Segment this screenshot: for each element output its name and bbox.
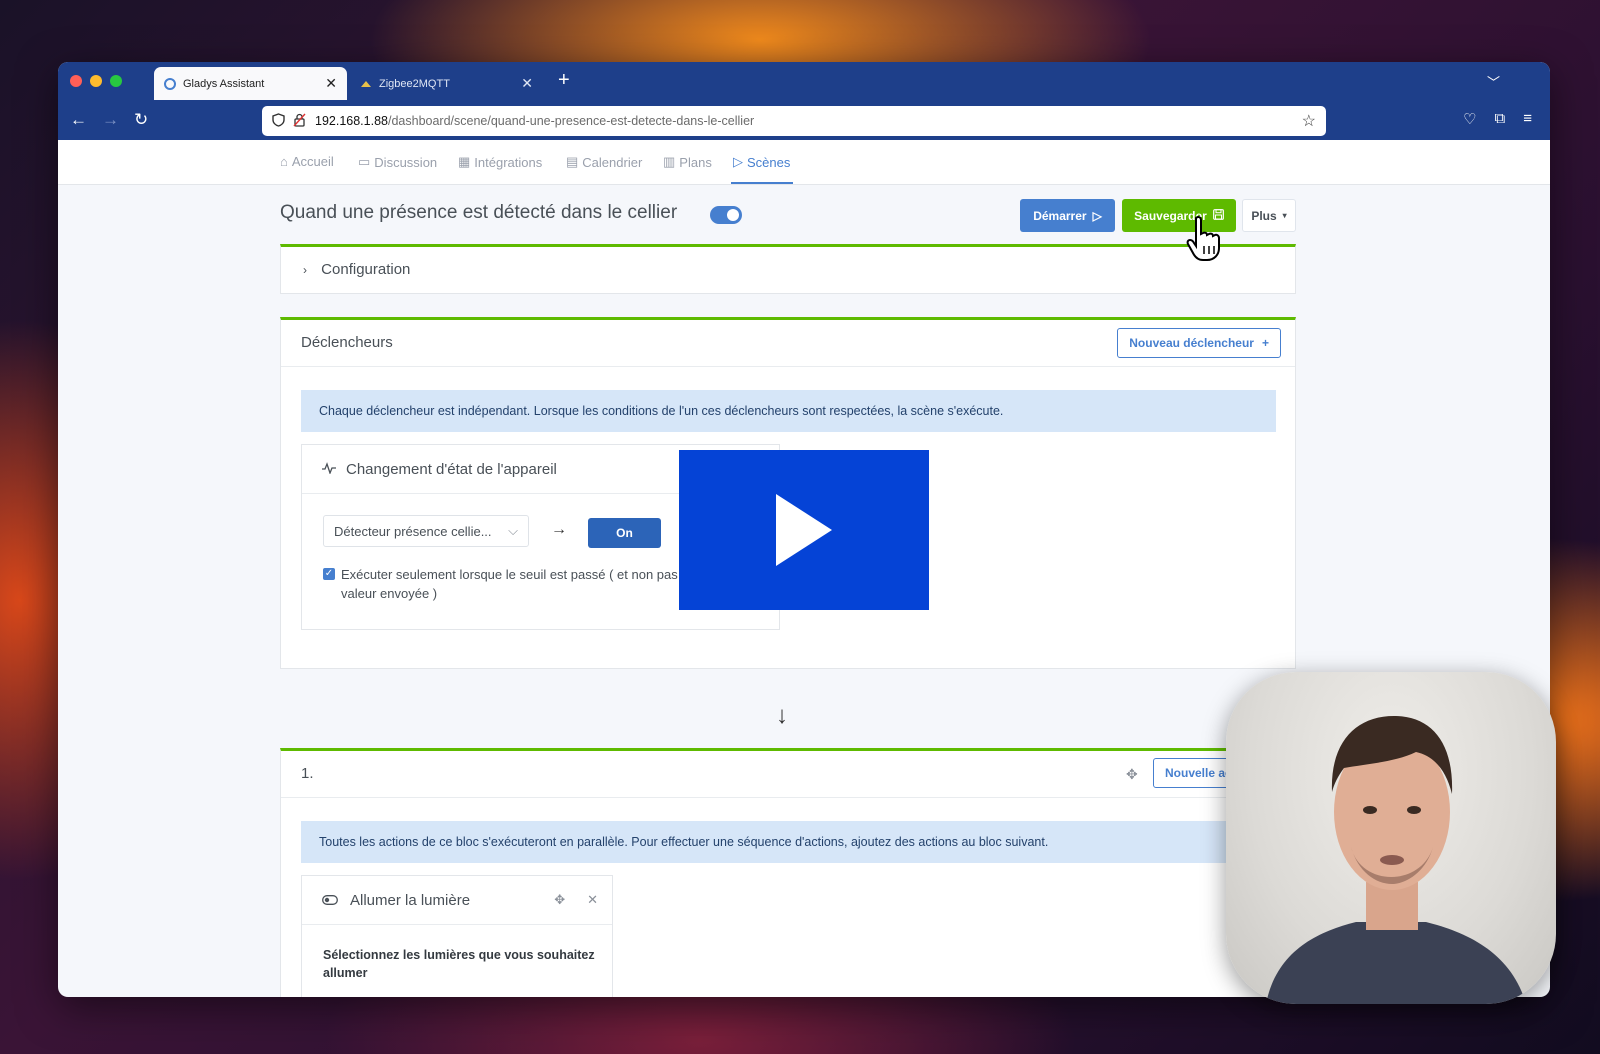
address-bar[interactable]: 192.168.1.88 /dashboard/scene/quand-une-… bbox=[262, 106, 1326, 136]
chevron-right-icon: › bbox=[303, 263, 307, 277]
url-host: 192.168.1.88 bbox=[315, 114, 388, 128]
caret-down-icon: ▾ bbox=[1282, 211, 1287, 220]
tab-gladys-assistant[interactable]: Gladys Assistant ✕ bbox=[154, 67, 347, 100]
action-block-card: 1. ✥ Nouvelle action Toutes les actions … bbox=[280, 748, 1313, 997]
presenter-video-image bbox=[1266, 716, 1526, 1004]
close-tab-icon[interactable]: ✕ bbox=[325, 75, 337, 92]
action-block-header: 1. ✥ Nouvelle action bbox=[281, 751, 1313, 798]
url-path: /dashboard/scene/quand-une-presence-est-… bbox=[388, 114, 755, 128]
insecure-lock-icon bbox=[293, 113, 306, 130]
menu-hamburger-icon[interactable]: ≡ bbox=[1523, 110, 1532, 128]
new-trigger-label: Nouveau déclencheur bbox=[1129, 336, 1254, 350]
zigbee-favicon-icon bbox=[360, 78, 372, 90]
plus-icon: + bbox=[1261, 336, 1269, 350]
play-triangle-icon bbox=[776, 494, 832, 566]
grid-icon: ▦ bbox=[458, 154, 471, 169]
chevron-down-icon: ⌵ bbox=[508, 523, 518, 538]
configuration-header[interactable]: › Configuration bbox=[303, 261, 410, 278]
play-icon: ▷ bbox=[733, 154, 743, 169]
list-tabs-chevron-icon[interactable]: ﹀ bbox=[1487, 72, 1500, 91]
nav-item-integrations[interactable]: ▦ Intégrations bbox=[458, 154, 542, 170]
start-button[interactable]: Démarrer ▷ bbox=[1020, 199, 1115, 232]
nav-label: Accueil bbox=[291, 154, 334, 169]
close-window-button[interactable] bbox=[70, 75, 82, 87]
toggle-icon bbox=[322, 892, 338, 909]
nav-item-calendrier[interactable]: ▤ Calendrier bbox=[566, 154, 642, 170]
app-navigation: ⌂ Accueil ▭ Discussion ▦ Intégrations ▤ … bbox=[58, 140, 1550, 185]
nav-label: Calendrier bbox=[582, 154, 643, 170]
nav-item-discussion[interactable]: ▭ Discussion bbox=[358, 154, 437, 170]
video-play-overlay[interactable] bbox=[679, 450, 929, 610]
configuration-card[interactable]: › Configuration bbox=[280, 244, 1296, 294]
nav-label: Intégrations bbox=[474, 154, 543, 170]
new-tab-icon[interactable]: + bbox=[558, 69, 570, 92]
device-select-value: Détecteur présence cellie... bbox=[334, 523, 492, 539]
action-card-title: Allumer la lumière bbox=[350, 891, 471, 909]
nav-item-accueil[interactable]: ⌂ Accueil bbox=[280, 154, 334, 169]
hand-cursor-icon bbox=[1186, 215, 1224, 267]
scene-editor: Quand une présence est détecté dans le c… bbox=[280, 184, 1313, 997]
activity-pulse-icon bbox=[322, 461, 336, 478]
drag-move-icon[interactable]: ✥ bbox=[554, 892, 565, 908]
tab-zigbee2mqtt[interactable]: Zigbee2MQTT ✕ bbox=[350, 67, 543, 100]
browser-toolbar: ← → ↻ 192.168.1.88 /dashboard/scene/quan… bbox=[58, 102, 1550, 140]
nav-label: Scènes bbox=[747, 154, 791, 170]
triggers-header: Déclencheurs Nouveau déclencheur + bbox=[281, 320, 1295, 367]
nav-label: Plans bbox=[679, 154, 712, 170]
chat-icon: ▭ bbox=[358, 154, 371, 169]
webcam-presenter-overlay bbox=[1226, 672, 1556, 1004]
toolbar-right-icons: ♡ ⧉ ≡ bbox=[1463, 110, 1532, 128]
gladys-favicon-icon bbox=[164, 77, 176, 90]
shield-icon bbox=[272, 112, 285, 130]
window-controls bbox=[70, 75, 122, 87]
reload-icon[interactable]: ↻ bbox=[134, 110, 148, 130]
more-dropdown-button[interactable]: Plus ▾ bbox=[1242, 199, 1296, 232]
bookmark-star-icon[interactable]: ☆ bbox=[1302, 111, 1316, 131]
configuration-label: Configuration bbox=[321, 261, 411, 278]
home-icon: ⌂ bbox=[280, 154, 288, 169]
forward-arrow-icon[interactable]: → bbox=[102, 110, 119, 130]
extensions-icon[interactable]: ⧉ bbox=[1495, 110, 1506, 128]
action-card-controls: ✥ ✕ bbox=[554, 892, 598, 908]
calendar-icon: ▤ bbox=[566, 154, 579, 169]
block-info-alert: Toutes les actions de ce bloc s'exécuter… bbox=[301, 821, 1276, 863]
play-icon: ▷ bbox=[1092, 208, 1102, 223]
action-description: Sélectionnez les lumières que vous souha… bbox=[323, 948, 595, 980]
checkbox-checked-icon[interactable]: ✓ bbox=[323, 568, 335, 580]
start-label: Démarrer bbox=[1033, 208, 1087, 223]
tab-title: Zigbee2MQTT bbox=[379, 77, 450, 90]
tab-title: Gladys Assistant bbox=[183, 77, 265, 90]
device-select[interactable]: Détecteur présence cellie... ⌵ bbox=[323, 515, 529, 547]
triggers-title: Déclencheurs bbox=[301, 334, 393, 351]
page-title: Quand une présence est détecté dans le c… bbox=[280, 202, 678, 223]
close-tab-icon[interactable]: ✕ bbox=[521, 75, 533, 92]
trigger-card-title: Changement d'état de l'appareil bbox=[346, 460, 557, 478]
close-icon[interactable]: ✕ bbox=[587, 892, 598, 908]
arrow-right-icon: → bbox=[551, 521, 567, 538]
new-trigger-button[interactable]: Nouveau déclencheur + bbox=[1117, 328, 1281, 358]
nav-item-plans[interactable]: ▥ Plans bbox=[663, 154, 712, 170]
nav-item-scenes[interactable]: ▷ Scènes bbox=[733, 154, 790, 170]
pocket-icon[interactable]: ♡ bbox=[1463, 110, 1476, 128]
arrow-down-icon: ↓ bbox=[776, 702, 788, 729]
maximize-window-button[interactable] bbox=[110, 75, 122, 87]
tab-bar: Gladys Assistant ✕ Zigbee2MQTT ✕ + ﹀ bbox=[58, 62, 1550, 102]
nav-label: Discussion bbox=[374, 154, 438, 170]
state-on-button[interactable]: On bbox=[588, 518, 661, 548]
threshold-checkbox-label: Exécuter seulement lorsque le seuil est … bbox=[341, 567, 735, 601]
action-card-header: Allumer la lumière ✥ ✕ bbox=[302, 876, 612, 925]
triggers-info-alert: Chaque déclencheur est indépendant. Lors… bbox=[301, 390, 1276, 432]
turn-on-light-action-card: Allumer la lumière ✥ ✕ Sélectionnez les … bbox=[301, 875, 613, 997]
scene-header: Quand une présence est détecté dans le c… bbox=[280, 184, 1296, 236]
block-number: 1. bbox=[301, 765, 314, 782]
more-label: Plus bbox=[1251, 208, 1277, 223]
scene-active-toggle[interactable] bbox=[710, 206, 742, 224]
back-arrow-icon[interactable]: ← bbox=[70, 110, 87, 130]
minimize-window-button[interactable] bbox=[90, 75, 102, 87]
map-icon: ▥ bbox=[663, 154, 676, 169]
drag-move-icon[interactable]: ✥ bbox=[1126, 766, 1138, 783]
